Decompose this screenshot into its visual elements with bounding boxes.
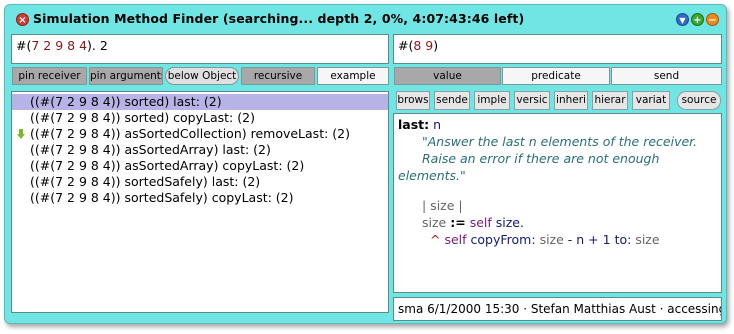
result-item-selected[interactable]: ((#(7 2 9 8 4)) sorted) last: (2) [12,94,388,110]
annotation-pane: sma 6/1/2000 15:30 · Stefan Matthias Aus… [393,297,722,321]
expected-prefix: #( [398,38,414,53]
pin-receiver-button[interactable]: pin receiver [12,67,87,85]
hierarchy-button[interactable]: hierar [592,91,628,110]
pin-arguments-button[interactable]: pin arguments [89,67,163,85]
return-to: to: [614,232,632,247]
assign-var: size [422,215,447,230]
inheritance-button[interactable]: inheri [554,91,588,110]
assign-msg: size. [495,215,524,230]
receiver-expression: #(7 2 9 8 4). 2 [16,38,108,53]
versions-button[interactable]: versic [514,91,550,110]
senders-button[interactable]: sende [434,91,470,110]
window-title: Simulation Method Finder (searching... d… [33,11,525,26]
result-item[interactable]: ((#(7 2 9 8 4)) sorted) copyLast: (2) [12,110,388,126]
result-item[interactable]: ((#(7 2 9 8 4)) sortedSafely) last: (2) [12,174,388,190]
return-expr: - n + 1 [567,232,611,247]
result-item[interactable]: ((#(7 2 9 8 4)) asSortedArray) last: (2) [12,142,388,158]
method-temps: | size | [422,198,463,213]
send-button[interactable]: send [611,67,722,85]
assign-self: self [469,215,492,230]
result-item[interactable]: ((#(7 2 9 8 4)) asSortedArray) copyLast:… [12,158,388,174]
return-size: size [539,232,564,247]
browse-button[interactable]: brows [396,91,430,110]
receiver-suffix: ). 2 [87,38,108,53]
expected-numbers: 8 9 [413,38,434,53]
method-finder-window: × Simulation Method Finder (searching...… [4,4,727,324]
source-button[interactable]: source [677,91,721,110]
method-assignment: size := self size. [422,215,524,230]
implementors-button[interactable]: imple [474,91,510,110]
title-bar[interactable]: × Simulation Method Finder (searching...… [5,5,726,33]
results-list[interactable]: ((#(7 2 9 8 4)) sorted) last: (2) ((#(7 … [11,91,389,313]
method-comment-line2: Raise an error if there are not enough [422,151,660,166]
collapse-icon[interactable]: − [706,13,719,26]
method-comment-line3: elements." [398,168,466,183]
menu-icon[interactable]: ▼ [676,13,689,26]
expected-expression: #(8 9) [398,38,438,53]
expected-suffix: ) [433,38,439,53]
method-signature: last: n [398,117,441,132]
method-comment-line1: "Answer the last n elements of the recei… [422,134,698,149]
variables-button[interactable]: variat [632,91,670,110]
receiver-prefix: #( [16,38,32,53]
assign-op: := [450,215,466,230]
down-arrow-icon [17,129,25,139]
receiver-numbers: 7 2 9 8 4 [31,38,88,53]
predicate-button[interactable]: predicate [502,67,610,85]
return-size2: size [635,232,660,247]
expand-icon[interactable]: + [691,13,704,26]
value-button[interactable]: value [394,67,501,85]
method-selector: last: [398,117,430,132]
return-caret: ^ [430,232,441,247]
result-item-label: ((#(7 2 9 8 4)) asSortedCollection) remo… [30,126,350,141]
result-item[interactable]: ((#(7 2 9 8 4)) sortedSafely) copyLast: … [12,190,388,206]
receiver-input[interactable]: #(7 2 9 8 4). 2 [11,34,389,64]
method-arg: n [433,117,442,132]
method-return: ^ self copyFrom: size - n + 1 to: size [430,232,660,247]
expected-result-input[interactable]: #(8 9) [393,34,722,64]
result-item-overridden[interactable]: ((#(7 2 9 8 4)) asSortedCollection) remo… [12,126,388,142]
return-copyfrom: copyFrom: [470,232,536,247]
close-icon[interactable]: × [16,13,29,26]
recursive-button[interactable]: recursive [241,67,315,85]
source-code-pane[interactable]: last: n "Answer the last n elements of t… [393,113,722,293]
example-button[interactable]: example [317,67,389,85]
return-self: self [444,232,467,247]
below-object-button[interactable]: below Object [165,67,239,85]
